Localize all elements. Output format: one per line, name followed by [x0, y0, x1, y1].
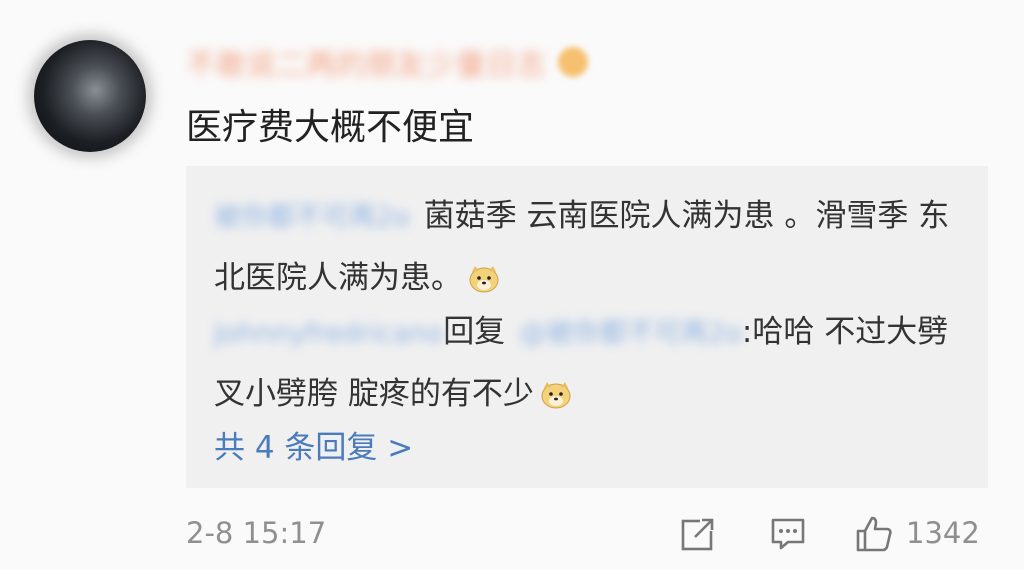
share-icon[interactable] [678, 514, 718, 554]
avatar[interactable] [34, 40, 146, 152]
doge-emoji-icon [541, 382, 571, 409]
reply-item[interactable]: 被你都不可再2o 菌菇季 云南医院人满为患 。滑雪季 东北医院人满为患。 [214, 186, 974, 308]
reply-target[interactable]: @被你都不可再2o [519, 304, 742, 364]
like-count: 1342 [906, 516, 980, 550]
comment-footer: 2-8 15:17 1342 [186, 512, 988, 556]
comment-card: 不敢说二两的朋友少量日志 医疗费大概不便宜 被你都不可再2o 菌菇季 云南医院人满… [0, 0, 1024, 570]
vip-badge-icon [558, 47, 588, 77]
reply-word: 回复 [443, 314, 506, 350]
reply-author[interactable]: Johnnyfredricano [214, 304, 443, 364]
like-icon[interactable] [854, 514, 894, 554]
comment-icon[interactable] [768, 514, 808, 554]
timestamp: 2-8 15:17 [186, 516, 327, 550]
username-text: 不敢说二两的朋友少量日志 [186, 48, 546, 83]
more-replies-link[interactable]: 共 4 条回复 > [214, 422, 413, 467]
doge-emoji-icon [469, 266, 499, 293]
reply-author[interactable]: 被你都不可再2o [214, 188, 410, 248]
comment-text: 医疗费大概不便宜 [186, 107, 475, 148]
replies-box[interactable]: 被你都不可再2o 菌菇季 云南医院人满为患 。滑雪季 东北医院人满为患。 John… [186, 166, 988, 488]
username[interactable]: 不敢说二两的朋友少量日志 [186, 42, 626, 83]
reply-item[interactable]: Johnnyfredricano回复 @被你都不可再2o:哈哈 不过大劈叉小劈胯 … [214, 302, 974, 424]
